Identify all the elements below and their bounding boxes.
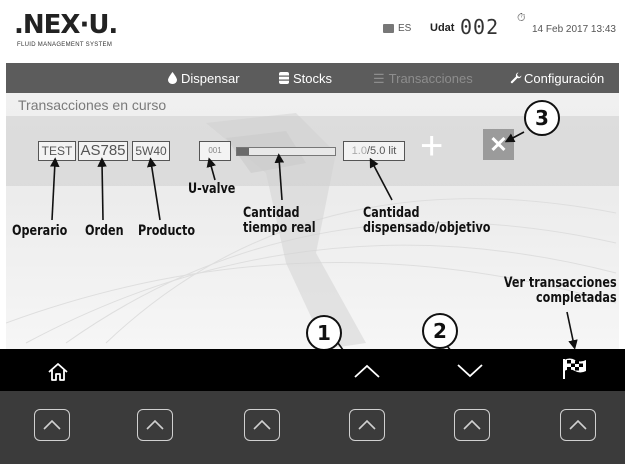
annotation-producto: Producto (138, 223, 196, 239)
chevron-up-icon (146, 419, 164, 430)
annotation-line: Cantidad (243, 205, 300, 221)
annotation-line: Cantidad (363, 205, 420, 221)
checkered-flag-icon[interactable] (560, 357, 588, 381)
callout-1: 1 (306, 315, 342, 351)
chevron-up-icon (253, 419, 271, 430)
scroll-up-button[interactable] (353, 363, 381, 379)
annotation-orden: Orden (85, 223, 124, 239)
function-key-6[interactable] (560, 409, 596, 441)
callout-2: 2 (422, 313, 458, 349)
function-key-1[interactable] (34, 409, 70, 441)
annotation-cantidad-real: Cantidad tiempo real (243, 206, 316, 236)
function-key-5[interactable] (454, 409, 490, 441)
annotation-line: dispensado/objetivo (363, 220, 491, 236)
bottom-bar (0, 349, 625, 391)
chevron-up-icon (358, 419, 376, 430)
function-key-panel (0, 391, 625, 464)
scroll-down-button[interactable] (456, 363, 484, 379)
annotation-line: tiempo real (243, 220, 316, 236)
chevron-up-icon (569, 419, 587, 430)
chevron-up-icon (43, 419, 61, 430)
annotation-uvalve: U-valve (188, 181, 236, 197)
function-key-4[interactable] (349, 409, 385, 441)
annotation-line: Ver transacciones (503, 275, 617, 291)
annotation-line: completadas (536, 290, 617, 306)
function-key-2[interactable] (137, 409, 173, 441)
home-icon[interactable] (47, 361, 69, 383)
annotation-operario: Operario (12, 223, 68, 239)
function-key-3[interactable] (244, 409, 280, 441)
annotation-cantidad-dispensado: Cantidad dispensado/objetivo (363, 206, 490, 236)
callout-3: 3 (524, 100, 560, 136)
annotation-ver-transacciones: Ver transacciones completadas (488, 276, 617, 306)
chevron-up-icon (463, 419, 481, 430)
